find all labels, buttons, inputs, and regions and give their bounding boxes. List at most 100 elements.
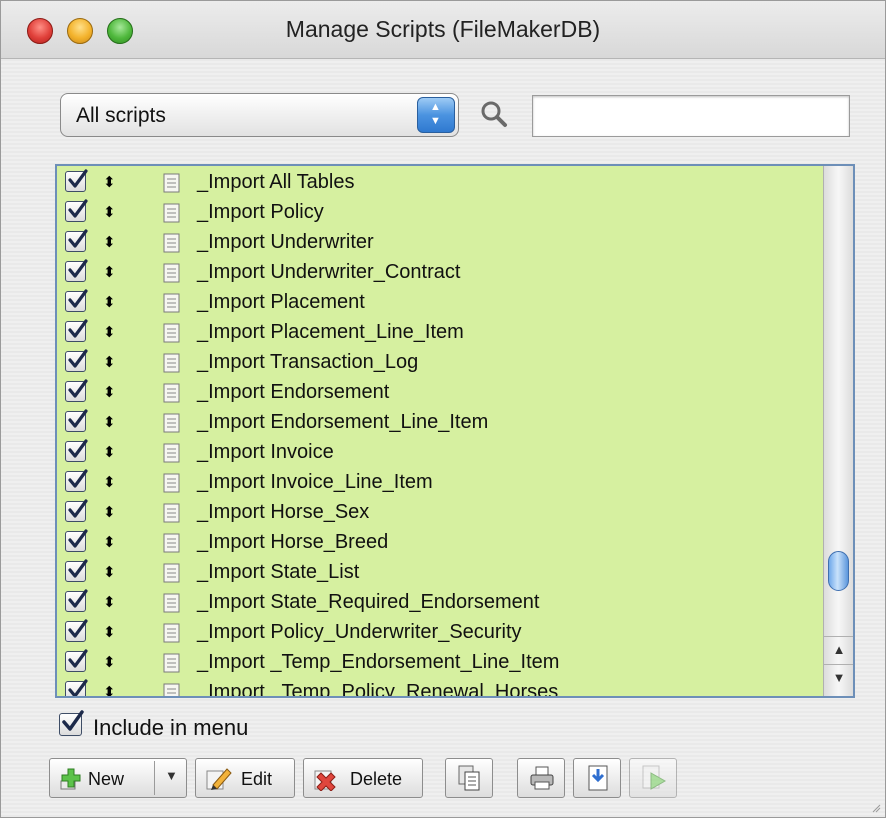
script-row[interactable]: ⬍ _Import Policy_Underwriter_Security [57,618,825,648]
script-row[interactable]: ⬍ _Import Underwriter [57,228,825,258]
include-script-checkbox[interactable] [65,379,88,402]
include-script-checkbox[interactable] [65,259,88,282]
pencil-edit-icon [206,768,232,790]
script-document-icon [163,593,180,613]
drag-handle-icon[interactable]: ⬍ [103,169,116,197]
drag-handle-icon[interactable]: ⬍ [103,229,116,257]
script-name: _Import Placement [197,291,365,313]
drag-handle-icon[interactable]: ⬍ [103,559,116,587]
include-script-checkbox[interactable] [65,319,88,342]
drag-handle-icon[interactable]: ⬍ [103,259,116,287]
script-row[interactable]: ⬍ _Import _Temp_Endorsement_Line_Item [57,648,825,678]
include-script-checkbox[interactable] [65,559,88,582]
drag-handle-icon[interactable]: ⬍ [103,439,116,467]
new-script-button-group: New ▼ [49,758,187,798]
include-script-checkbox[interactable] [65,199,88,222]
scroll-down-arrow-icon[interactable]: ▼ [824,664,853,690]
include-script-checkbox[interactable] [65,169,88,192]
drag-handle-icon[interactable]: ⬍ [103,349,116,377]
include-script-checkbox[interactable] [65,409,88,432]
include-script-checkbox[interactable] [65,679,88,696]
include-script-checkbox[interactable] [65,469,88,492]
script-row[interactable]: ⬍ _Import Endorsement [57,378,825,408]
chevron-down-icon: ▼ [165,768,178,783]
script-document-icon [163,683,180,696]
drag-handle-icon[interactable]: ⬍ [103,589,116,617]
script-row[interactable]: ⬍ _Import Transaction_Log [57,348,825,378]
script-row[interactable]: ⬍ _Import Policy [57,198,825,228]
script-filter-popup[interactable]: All scripts ▲ ▼ [60,93,459,137]
include-script-checkbox[interactable] [65,289,88,312]
import-scripts-button[interactable] [573,758,621,798]
script-document-icon [163,203,180,223]
script-document-icon [163,263,180,283]
script-row[interactable]: ⬍ _Import Placement [57,288,825,318]
delete-script-button[interactable]: Delete [303,758,423,798]
drag-handle-icon[interactable]: ⬍ [103,289,116,317]
scroll-up-arrow-icon[interactable]: ▲ [824,636,853,662]
new-script-button[interactable]: New [50,759,154,797]
search-icon [481,101,507,127]
scrollbar-thumb[interactable] [828,551,849,591]
include-script-checkbox[interactable] [65,229,88,252]
include-script-checkbox[interactable] [65,619,88,642]
include-script-checkbox[interactable] [65,349,88,372]
print-script-button[interactable] [517,758,565,798]
script-name: _Import Endorsement [197,381,390,403]
script-row[interactable]: ⬍ _Import Horse_Breed [57,528,825,558]
script-document-icon [163,383,180,403]
script-row[interactable]: ⬍ _Import Horse_Sex [57,498,825,528]
script-filter-value: All scripts [76,104,166,127]
include-script-checkbox[interactable] [65,529,88,552]
script-name: _Import Underwriter [197,231,374,253]
script-row[interactable]: ⬍ _Import Underwriter_Contract [57,258,825,288]
script-document-icon [163,653,180,673]
drag-handle-icon[interactable]: ⬍ [103,679,116,696]
script-row[interactable]: ⬍ _Import All Tables [57,168,825,198]
printer-icon [530,766,554,790]
include-in-menu-checkbox[interactable] [59,710,84,736]
script-row[interactable]: ⬍ _Import Invoice_Line_Item [57,468,825,498]
script-document-icon [163,293,180,313]
script-row[interactable]: ⬍ _Import Placement_Line_Item [57,318,825,348]
script-row[interactable]: ⬍ _Import State_List [57,558,825,588]
edit-button-label: Edit [241,769,273,789]
script-row[interactable]: ⬍ _Import Endorsement_Line_Item [57,408,825,438]
drag-handle-icon[interactable]: ⬍ [103,619,116,647]
edit-script-button[interactable]: Edit [195,758,295,798]
script-name: _Import Placement_Line_Item [197,321,464,343]
new-options-dropdown-button[interactable]: ▼ [155,759,187,797]
drag-handle-icon[interactable]: ⬍ [103,319,116,347]
title-bar[interactable]: Manage Scripts (FileMakerDB) [1,1,885,59]
script-name: _Import Underwriter_Contract [197,261,461,283]
window-title: Manage Scripts (FileMakerDB) [285,16,601,42]
vertical-scrollbar[interactable]: ▲ ▼ [823,166,853,696]
include-script-checkbox[interactable] [65,649,88,672]
resize-grip-icon[interactable] [871,803,881,813]
drag-handle-icon[interactable]: ⬍ [103,529,116,557]
script-list[interactable]: ⬍ _Import _Temp_Policy_Renewal_Horses ⬍ _Im… [55,164,855,698]
script-row[interactable]: ⬍ _Import Invoice [57,438,825,468]
perform-script-button[interactable] [629,758,677,798]
play-run-icon [642,765,667,790]
search-input[interactable] [532,95,850,137]
script-row[interactable]: ⬍ _Import State_Required_Endorsement [57,588,825,618]
script-document-icon [163,443,180,463]
drag-handle-icon[interactable]: ⬍ [103,469,116,497]
include-script-checkbox[interactable] [65,589,88,612]
duplicate-script-button[interactable] [445,758,493,798]
drag-handle-icon[interactable]: ⬍ [103,499,116,527]
script-document-icon [163,173,180,193]
script-name: _Import _Temp_Endorsement_Line_Item [197,651,560,673]
manage-scripts-window: Manage Scripts (FileMakerDB) All scripts… [0,0,886,818]
drag-handle-icon[interactable]: ⬍ [103,379,116,407]
include-script-checkbox[interactable] [65,439,88,462]
duplicate-icon [458,765,480,791]
drag-handle-icon[interactable]: ⬍ [103,199,116,227]
drag-handle-icon[interactable]: ⬍ [103,409,116,437]
script-row[interactable]: ⬍ _Import _Temp_Policy_Renewal_Horses [57,678,825,696]
drag-handle-icon[interactable]: ⬍ [103,649,116,677]
script-name: _Import Invoice_Line_Item [197,471,433,493]
delete-x-icon [314,770,336,791]
include-script-checkbox[interactable] [65,499,88,522]
